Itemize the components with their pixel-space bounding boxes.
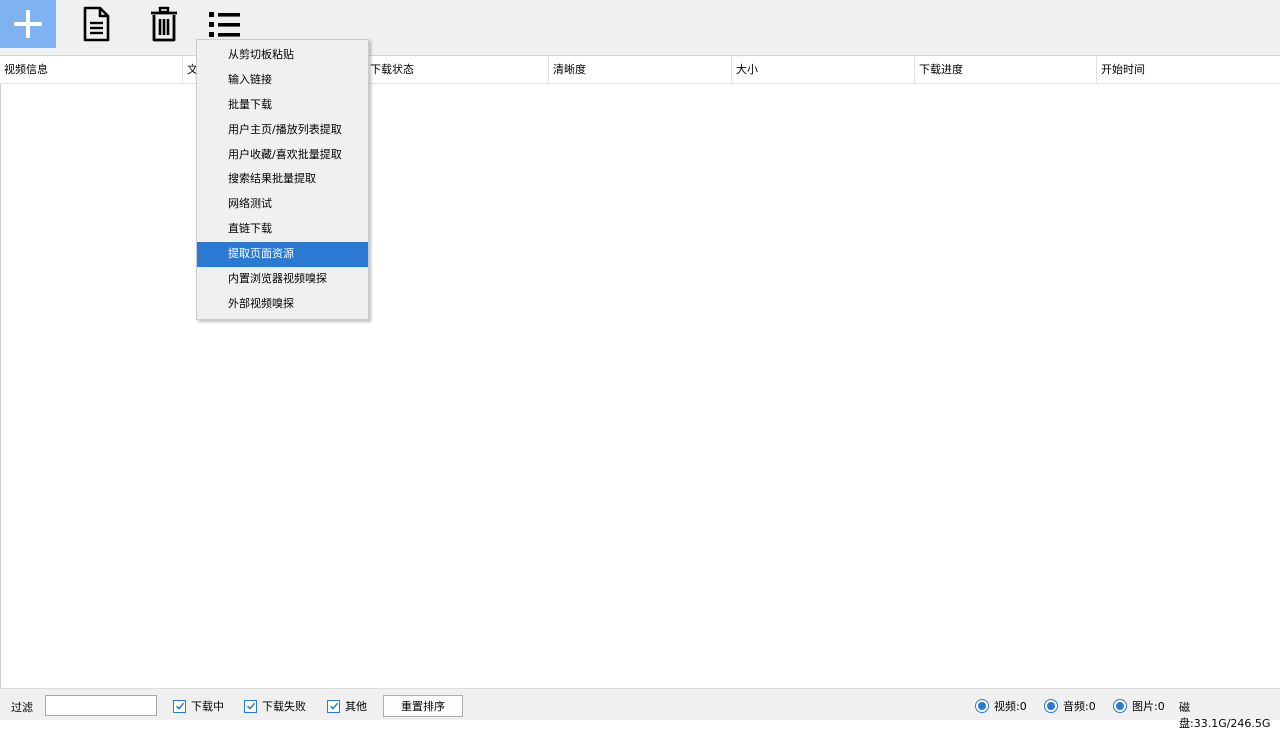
radio-label: 图片:0 <box>1132 700 1165 713</box>
radio-label: 视频:0 <box>994 700 1027 713</box>
column-start-time[interactable]: 开始时间 <box>1097 56 1280 83</box>
menu-item-input-link[interactable]: 输入链接 <box>197 68 368 93</box>
menu-item-favorites-extract[interactable]: 用户收藏/喜欢批量提取 <box>197 143 368 168</box>
checkbox-downloading[interactable]: 下载中 <box>173 698 224 714</box>
radio-dot <box>1047 702 1055 710</box>
menu-item-network-test[interactable]: 网络测试 <box>197 192 368 217</box>
column-resolution[interactable]: 清晰度 <box>549 56 732 83</box>
radio-dot <box>978 702 986 710</box>
radio-image[interactable]: 图片:0 <box>1113 698 1165 714</box>
column-progress[interactable]: 下载进度 <box>915 56 1097 83</box>
menu-item-paste-clipboard[interactable]: 从剪切板粘贴 <box>197 43 368 68</box>
checkbox-other[interactable]: 其他 <box>327 698 367 714</box>
delete-button[interactable] <box>136 0 192 48</box>
plus-icon <box>14 10 42 38</box>
radio-circle[interactable] <box>975 699 989 713</box>
radio-label: 音频:0 <box>1063 700 1096 713</box>
checkbox-download-failed[interactable]: 下载失败 <box>244 698 306 714</box>
document-button[interactable] <box>68 0 124 48</box>
filter-label: 过滤 <box>11 701 33 714</box>
checkbox-label: 下载失败 <box>262 700 306 713</box>
table-left-border <box>0 56 1 688</box>
menu-item-search-extract[interactable]: 搜索结果批量提取 <box>197 167 368 192</box>
add-button[interactable] <box>0 0 56 48</box>
reset-sort-button[interactable]: 重置排序 <box>383 695 463 717</box>
radio-circle[interactable] <box>1113 699 1127 713</box>
radio-circle[interactable] <box>1044 699 1058 713</box>
checkbox-label: 其他 <box>345 700 367 713</box>
checkbox-box[interactable] <box>173 699 186 713</box>
radio-audio[interactable]: 音频:0 <box>1044 698 1096 714</box>
table-header: 视频信息 文 下载状态 清晰度 大小 下载进度 开始时间 <box>0 56 1280 84</box>
checkbox-box[interactable] <box>244 699 257 713</box>
menu-item-direct-download[interactable]: 直链下载 <box>197 217 368 242</box>
menu-item-batch-download[interactable]: 批量下载 <box>197 93 368 118</box>
menu-item-user-playlist-extract[interactable]: 用户主页/播放列表提取 <box>197 118 368 143</box>
radio-dot <box>1116 702 1124 710</box>
checkmark-icon <box>175 702 184 710</box>
trash-icon <box>151 6 177 42</box>
status-bar: 过滤 下载中 下载失败 其他 重置排序 视频:0 音频:0 图片:0 磁盘:33… <box>0 688 1280 730</box>
filter-input[interactable] <box>45 695 157 716</box>
disk-usage: 磁盘:33.1G/246.5G <box>1179 701 1271 730</box>
list-icon <box>209 12 240 37</box>
checkbox-box[interactable] <box>327 699 340 713</box>
add-dropdown-menu: 从剪切板粘贴 输入链接 批量下载 用户主页/播放列表提取 用户收藏/喜欢批量提取… <box>196 39 369 320</box>
menu-item-builtin-browser-sniff[interactable]: 内置浏览器视频嗅探 <box>197 267 368 292</box>
radio-video[interactable]: 视频:0 <box>975 698 1027 714</box>
column-download-status[interactable]: 下载状态 <box>366 56 549 83</box>
checkmark-icon <box>329 702 338 710</box>
document-icon <box>83 6 110 42</box>
toolbar <box>0 0 1280 56</box>
checkmark-icon <box>246 702 255 710</box>
checkbox-label: 下载中 <box>191 700 224 713</box>
menu-item-extract-page-resources[interactable]: 提取页面资源 <box>197 242 368 268</box>
column-size[interactable]: 大小 <box>732 56 915 83</box>
menu-item-external-sniff[interactable]: 外部视频嗅探 <box>197 292 368 317</box>
column-video-info[interactable]: 视频信息 <box>0 56 183 83</box>
